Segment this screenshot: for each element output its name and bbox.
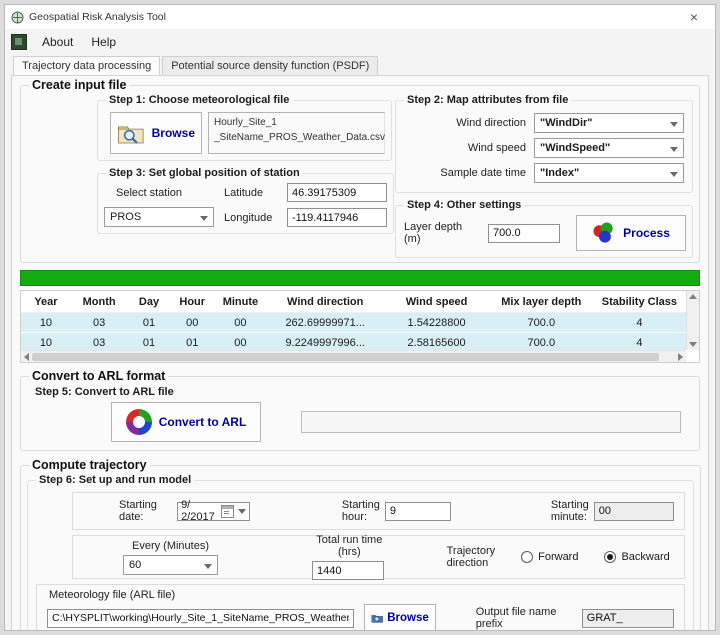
vertical-scrollbar[interactable] [686, 291, 699, 350]
browse-label: Browse [387, 612, 429, 624]
chevron-down-icon [200, 216, 208, 221]
weather-data-grid[interactable]: Year Month Day Hour Minute Wind directio… [20, 290, 700, 363]
met-file-panel: Meteorology file (ARL file) Browse Outpu… [36, 584, 685, 631]
step3-title: Step 3: Set global position of station [106, 167, 303, 179]
read-progress-bar [20, 270, 700, 286]
station-select[interactable]: PROS [104, 207, 214, 227]
step5-title: Step 5: Convert to ARL file [35, 386, 693, 398]
layer-depth-field[interactable] [488, 224, 560, 243]
output-prefix-label: Output file name prefix [476, 606, 572, 630]
trajectory-group: Compute trajectory Step 6: Set up and ru… [20, 458, 701, 631]
tab-psdf[interactable]: Potential source density function (PSDF) [162, 56, 378, 75]
table-row[interactable]: 10 03 01 01 00 9.2249997996... 2.5816560… [21, 333, 686, 350]
step1-title: Step 1: Choose meteorological file [106, 94, 292, 106]
latitude-field[interactable] [287, 183, 387, 202]
menu-help[interactable]: Help [82, 32, 125, 52]
scroll-right-icon[interactable] [678, 353, 683, 361]
convert-group: Convert to ARL format Step 5: Convert to… [20, 369, 700, 451]
wind-speed-label: Wind speed [468, 142, 526, 154]
title-bar: Geospatial Risk Analysis Tool × [5, 5, 715, 29]
starting-hour-field[interactable] [385, 502, 451, 521]
close-button[interactable]: × [679, 6, 709, 28]
convert-progress-bar [301, 411, 681, 433]
window-title: Geospatial Risk Analysis Tool [29, 11, 679, 23]
chevron-down-icon [670, 122, 678, 127]
starting-date-picker[interactable]: 9/ 2/2017 [177, 502, 250, 521]
scrollbar-thumb[interactable] [32, 353, 659, 361]
step4-title: Step 4: Other settings [404, 199, 524, 211]
scroll-down-icon[interactable] [689, 342, 697, 347]
step6-group: Step 6: Set up and run model Starting da… [27, 474, 694, 631]
run-settings-panel: Every (Minutes) 60 Total run time (hrs) … [72, 535, 685, 579]
start-datetime-panel: Starting date: 9/ 2/2017 Starting hour: … [72, 492, 685, 530]
step4-group: Step 4: Other settings Layer depth (m) [395, 199, 693, 258]
process-button[interactable]: Process [576, 215, 686, 251]
starting-date-label: Starting date: [119, 499, 172, 523]
starting-minute-field[interactable] [594, 502, 674, 521]
chevron-down-icon [238, 509, 246, 514]
total-run-time-field[interactable] [312, 561, 384, 580]
every-minutes-label: Every (Minutes) [123, 540, 218, 552]
latitude-label: Latitude [224, 187, 279, 199]
calendar-icon [221, 505, 234, 518]
scroll-left-icon[interactable] [24, 353, 29, 361]
select-station-label: Select station [104, 187, 214, 199]
output-prefix-field[interactable] [582, 609, 674, 628]
process-label: Process [623, 226, 670, 240]
step1-group: Step 1: Choose meteorological file Brows… [97, 94, 392, 161]
convert-title: Convert to ARL format [29, 369, 168, 383]
chevron-down-icon [670, 172, 678, 177]
longitude-field[interactable] [287, 208, 387, 227]
total-run-time-label: Total run time (hrs) [312, 534, 387, 558]
browse-arl-button[interactable]: Browse [364, 604, 436, 631]
chevron-down-icon [204, 564, 212, 569]
backward-radio[interactable]: Backward [604, 551, 669, 563]
menu-about[interactable]: About [33, 32, 82, 52]
wind-direction-label: Wind direction [456, 117, 526, 129]
step2-title: Step 2: Map attributes from file [404, 94, 571, 106]
tab-page: Create input file Step 1: Choose meteoro… [11, 75, 709, 631]
folder-search-icon [117, 120, 145, 146]
horizontal-scrollbar[interactable] [21, 350, 686, 362]
sample-date-time-select[interactable]: "Index" [534, 163, 684, 183]
tab-strip: Trajectory data processing Potential sou… [5, 54, 715, 75]
radio-circle-icon [604, 551, 616, 563]
create-input-group: Create input file Step 1: Choose meteoro… [20, 78, 700, 263]
browse-label: Browse [152, 126, 195, 140]
create-input-title: Create input file [29, 78, 129, 92]
table-row[interactable]: 10 03 01 00 00 262.69999971... 1.5422880… [21, 313, 686, 332]
wind-speed-select[interactable]: "WindSpeed" [534, 138, 684, 158]
menu-bar: About Help [5, 29, 715, 54]
every-minutes-select[interactable]: 60 [123, 555, 218, 575]
chevron-down-icon [670, 147, 678, 152]
browse-meteo-button[interactable]: Browse [110, 112, 202, 154]
radio-circle-icon [521, 551, 533, 563]
color-cycle-icon [126, 409, 152, 435]
starting-hour-label: Starting hour: [342, 499, 380, 523]
layer-depth-label: Layer depth (m) [404, 221, 480, 245]
met-file-label: Meteorology file (ARL file) [49, 589, 674, 601]
scroll-up-icon[interactable] [689, 294, 697, 299]
about-icon [11, 34, 27, 50]
selected-file-label: Hourly_Site_1 _SiteName_PROS_Weather_Dat… [208, 112, 385, 154]
trajectory-direction-label: Trajectory direction [447, 545, 496, 569]
trajectory-title: Compute trajectory [29, 458, 150, 472]
wind-direction-select[interactable]: "WindDir" [534, 113, 684, 133]
step6-title: Step 6: Set up and run model [36, 474, 194, 486]
grid-header-row: Year Month Day Hour Minute Wind directio… [21, 291, 686, 313]
starting-minute-label: Starting minute: [551, 499, 589, 523]
app-window: Geospatial Risk Analysis Tool × About He… [4, 4, 716, 631]
app-icon [11, 11, 24, 24]
convert-to-arl-button[interactable]: Convert to ARL [111, 402, 261, 442]
rgb-spheres-icon [592, 222, 616, 244]
step3-group: Step 3: Set global position of station S… [97, 167, 394, 234]
sample-date-time-label: Sample date time [440, 167, 526, 179]
step2-group: Step 2: Map attributes from file Wind di… [395, 94, 693, 193]
convert-label: Convert to ARL [159, 415, 247, 429]
folder-search-icon [371, 610, 383, 626]
forward-radio[interactable]: Forward [521, 551, 578, 563]
tab-trajectory-data-processing[interactable]: Trajectory data processing [13, 56, 160, 76]
longitude-label: Longitude [224, 212, 279, 224]
met-file-field[interactable] [47, 609, 354, 628]
